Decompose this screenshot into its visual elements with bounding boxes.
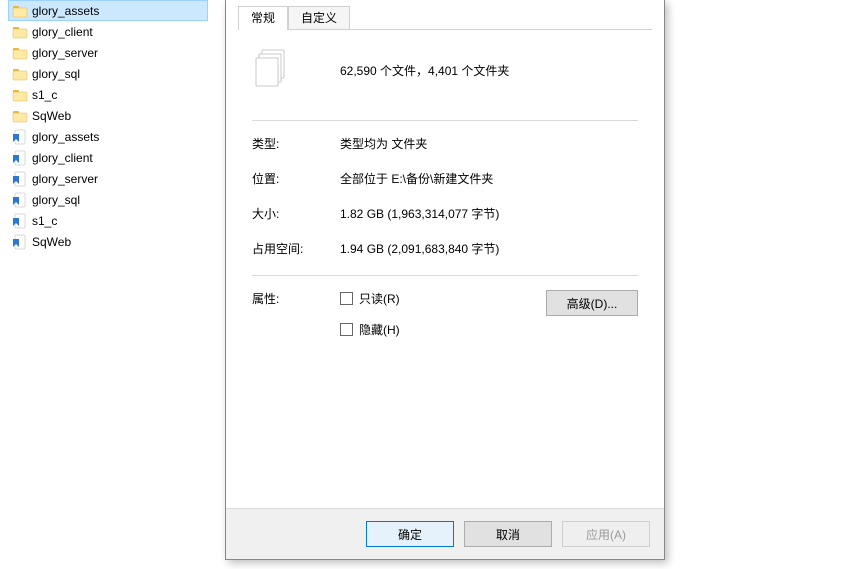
file-item-label: glory_server xyxy=(32,46,98,60)
tab-body-general: 62,590 个文件，4,401 个文件夹 类型: 类型均为 文件夹 位置: 全… xyxy=(226,30,664,508)
location-value: 全部位于 E:\备份\新建文件夹 xyxy=(340,170,638,187)
bookmark-icon xyxy=(12,213,28,229)
bookmark-icon xyxy=(12,129,28,145)
file-item[interactable]: s1_c xyxy=(8,84,208,105)
file-item-label: glory_assets xyxy=(32,4,99,18)
properties-dialog: 常规 自定义 62,590 个文件，4,401 个文件夹 类型: 类型均为 文件… xyxy=(225,0,665,560)
file-item[interactable]: SqWeb xyxy=(8,231,208,252)
type-label: 类型: xyxy=(252,135,340,152)
bookmark-icon xyxy=(12,150,28,166)
sizeondisk-label: 占用空间: xyxy=(252,240,340,257)
file-item-label: glory_client xyxy=(32,25,93,39)
folder-icon xyxy=(12,108,28,124)
location-label: 位置: xyxy=(252,170,340,187)
advanced-button[interactable]: 高级(D)... xyxy=(546,290,638,316)
sizeondisk-value: 1.94 GB (2,091,683,840 字节) xyxy=(340,240,638,257)
type-value: 类型均为 文件夹 xyxy=(340,135,638,152)
file-item[interactable]: glory_sql xyxy=(8,189,208,210)
file-item[interactable]: SqWeb xyxy=(8,105,208,126)
readonly-checkbox[interactable] xyxy=(340,292,353,305)
file-item[interactable]: glory_sql xyxy=(8,63,208,84)
files-stack-icon xyxy=(254,48,292,92)
file-item-label: SqWeb xyxy=(32,109,71,123)
bookmark-icon xyxy=(12,234,28,250)
file-item[interactable]: s1_c xyxy=(8,210,208,231)
file-item[interactable]: glory_server xyxy=(8,42,208,63)
file-item[interactable]: glory_client xyxy=(8,147,208,168)
file-item-label: glory_server xyxy=(32,172,98,186)
readonly-label: 只读(R) xyxy=(359,290,400,307)
file-item[interactable]: glory_assets xyxy=(8,0,208,21)
file-item-label: SqWeb xyxy=(32,235,71,249)
folder-icon xyxy=(12,45,28,61)
hidden-checkbox[interactable] xyxy=(340,323,353,336)
file-list: glory_assetsglory_clientglory_serverglor… xyxy=(8,0,208,252)
file-item[interactable]: glory_assets xyxy=(8,126,208,147)
file-item-label: glory_sql xyxy=(32,67,80,81)
size-label: 大小: xyxy=(252,205,340,222)
separator xyxy=(252,275,638,276)
file-item[interactable]: glory_server xyxy=(8,168,208,189)
file-item-label: glory_client xyxy=(32,151,93,165)
file-item-label: s1_c xyxy=(32,214,57,228)
cancel-button[interactable]: 取消 xyxy=(464,521,552,547)
separator xyxy=(252,120,638,121)
bookmark-icon xyxy=(12,192,28,208)
folder-icon xyxy=(12,24,28,40)
attributes-label: 属性: xyxy=(252,290,340,307)
tab-custom[interactable]: 自定义 xyxy=(288,6,350,30)
apply-button[interactable]: 应用(A) xyxy=(562,521,650,547)
dialog-button-bar: 确定 取消 应用(A) xyxy=(226,508,664,559)
folder-icon xyxy=(12,87,28,103)
folder-icon xyxy=(12,3,28,19)
summary-count-text: 62,590 个文件，4,401 个文件夹 xyxy=(340,62,509,79)
size-value: 1.82 GB (1,963,314,077 字节) xyxy=(340,205,638,222)
bookmark-icon xyxy=(12,171,28,187)
tab-underline xyxy=(238,29,652,30)
file-item[interactable]: glory_client xyxy=(8,21,208,42)
file-item-label: glory_assets xyxy=(32,130,99,144)
tab-general[interactable]: 常规 xyxy=(238,6,288,30)
ok-button[interactable]: 确定 xyxy=(366,521,454,547)
file-item-label: s1_c xyxy=(32,88,57,102)
tab-strip: 常规 自定义 xyxy=(226,0,664,30)
file-item-label: glory_sql xyxy=(32,193,80,207)
hidden-label: 隐藏(H) xyxy=(359,321,400,338)
folder-icon xyxy=(12,66,28,82)
